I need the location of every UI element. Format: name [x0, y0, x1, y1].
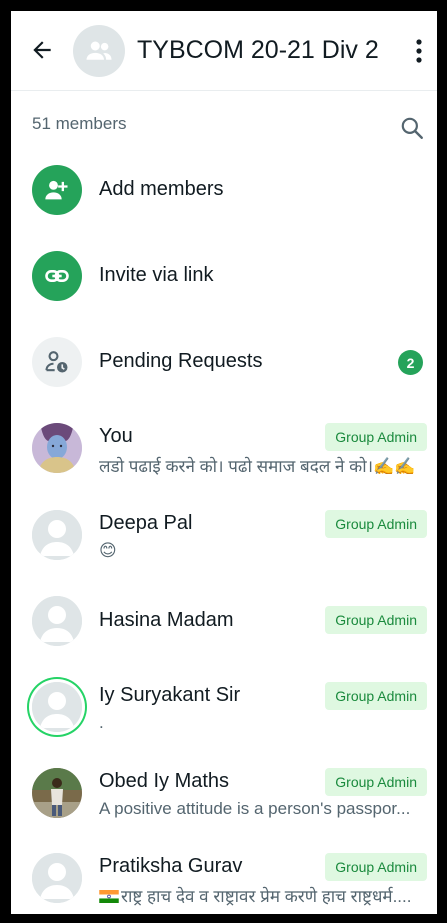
member-name: Deepa Pal	[99, 512, 193, 534]
more-vert-icon[interactable]	[415, 38, 423, 64]
member-status: राष्ट्र हाच देव व राष्ट्रावर प्रेम करणे …	[99, 884, 429, 907]
member-status: 😊	[99, 541, 117, 560]
default-avatar-icon	[32, 510, 82, 560]
group-title[interactable]: TYBCOM 20-21 Div 2	[137, 36, 379, 65]
group-admin-badge: Group Admin	[325, 606, 427, 634]
avatar[interactable]	[32, 768, 82, 818]
default-avatar-icon	[32, 596, 82, 646]
member-name: Hasina Madam	[99, 609, 234, 631]
member-row-obed-iy-maths[interactable]: Obed Iy Maths A positive attitude is a p…	[11, 768, 437, 854]
group-admin-badge: Group Admin	[325, 853, 427, 881]
pending-count-badge: 2	[398, 350, 423, 375]
default-avatar-icon	[32, 853, 82, 903]
group-admin-badge: Group Admin	[325, 768, 427, 796]
members-count: 51 members	[32, 114, 127, 133]
avatar[interactable]	[32, 682, 82, 732]
member-name: Obed Iy Maths	[99, 770, 230, 792]
group-admin-badge: Group Admin	[325, 682, 427, 710]
group-info-screen: TYBCOM 20-21 Div 2 51 members Add member…	[11, 11, 437, 914]
group-admin-badge: Group Admin	[325, 423, 427, 451]
add-members-button[interactable]: Add members	[11, 165, 437, 235]
arrow-back-icon[interactable]	[29, 37, 55, 63]
member-row-hasina-madam[interactable]: Hasina Madam Group Admin	[11, 596, 437, 682]
pending-person-icon	[32, 337, 82, 387]
india-flag-icon	[99, 890, 119, 903]
member-name: Iy Suryakant Sir	[99, 684, 241, 706]
add-person-icon	[32, 165, 82, 215]
member-status: A positive attitude is a person's passpo…	[99, 799, 411, 818]
member-row-you[interactable]: You लडो पढाई करने को। पढो समाज बदल ने को…	[11, 423, 437, 509]
pending-requests-button[interactable]: Pending Requests 2	[11, 337, 437, 407]
member-status: लडो पढाई करने को। पढो समाज बदल ने को।✍️✍…	[99, 457, 416, 476]
link-icon	[32, 251, 82, 301]
member-name: Pratiksha Gurav	[99, 855, 243, 877]
group-admin-badge: Group Admin	[325, 510, 427, 538]
add-members-label: Add members	[99, 178, 224, 200]
default-avatar-icon	[32, 682, 82, 732]
invite-via-link-button[interactable]: Invite via link	[11, 251, 437, 321]
member-status: .	[99, 713, 104, 732]
member-name: You	[99, 425, 133, 447]
avatar[interactable]	[32, 510, 82, 560]
group-avatar[interactable]	[73, 25, 125, 77]
member-row-pratiksha-gurav[interactable]: Pratiksha Gurav राष्ट्र हाच देव व राष्ट्…	[11, 853, 437, 914]
avatar[interactable]	[32, 596, 82, 646]
search-icon[interactable]	[399, 115, 425, 141]
invite-via-link-label: Invite via link	[99, 264, 214, 286]
member-row-iy-suryakant-sir[interactable]: Iy Suryakant Sir . Group Admin	[11, 682, 437, 768]
app-bar: TYBCOM 20-21 Div 2	[11, 11, 437, 91]
member-row-deepa-pal[interactable]: Deepa Pal 😊 Group Admin	[11, 510, 437, 596]
avatar[interactable]	[32, 423, 82, 473]
group-icon	[86, 41, 112, 60]
member-status-text: राष्ट्र हाच देव व राष्ट्रावर प्रेम करणे …	[121, 887, 412, 906]
pending-requests-label: Pending Requests	[99, 350, 263, 372]
avatar[interactable]	[32, 853, 82, 903]
